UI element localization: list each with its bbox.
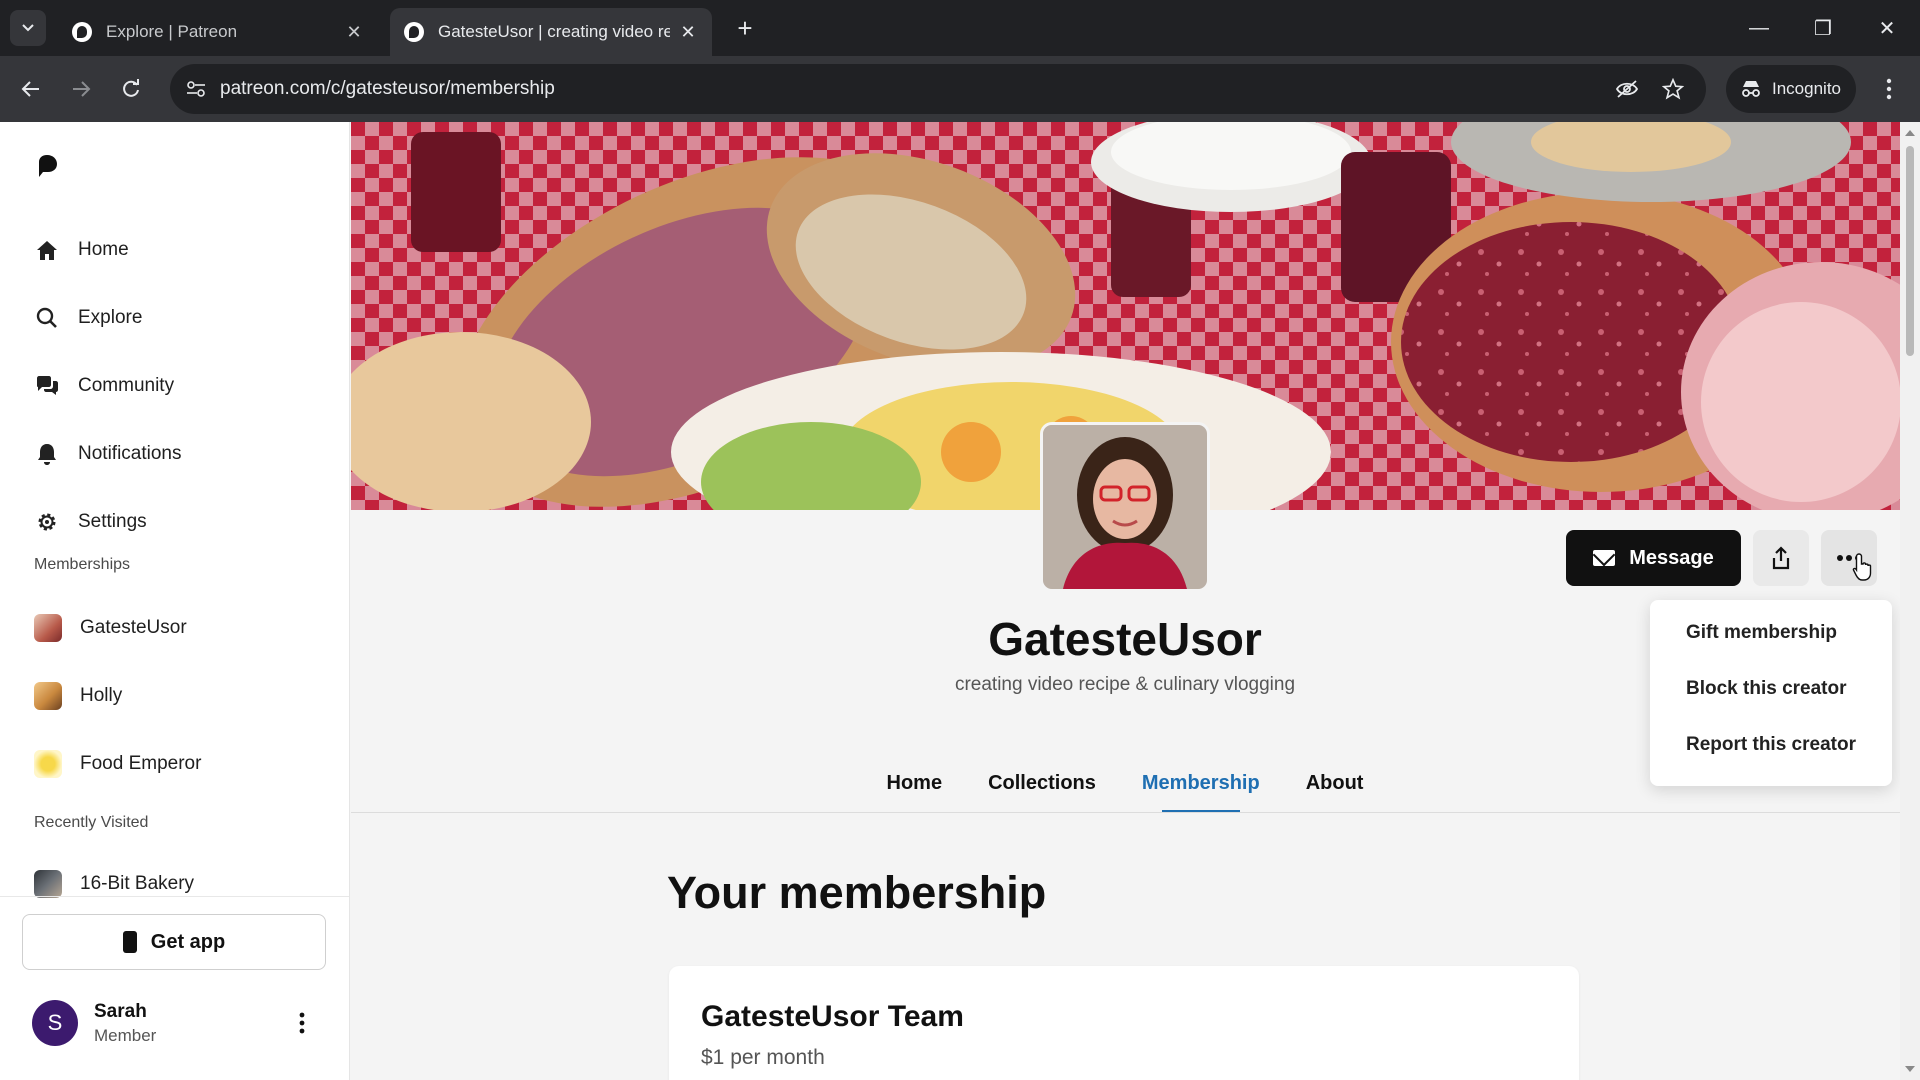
back-button[interactable] bbox=[14, 72, 48, 106]
creator-avatar bbox=[34, 682, 62, 710]
tab-collections[interactable]: Collections bbox=[988, 772, 1096, 813]
memberships-heading: Memberships bbox=[34, 556, 131, 573]
close-window-button[interactable]: ✕ bbox=[1862, 10, 1912, 46]
scroll-up-arrow-icon[interactable] bbox=[1905, 130, 1915, 136]
scrollbar-thumb[interactable] bbox=[1906, 146, 1914, 356]
tier-price: $1 per month bbox=[701, 1046, 825, 1069]
page-title: Your membership bbox=[667, 867, 1047, 918]
chevron-down-icon bbox=[22, 24, 34, 32]
browser-tab-bar: Explore | Patreon ✕ GatesteUsor | creati… bbox=[0, 0, 1920, 56]
creator-avatar bbox=[34, 750, 62, 778]
arrow-right-icon bbox=[73, 81, 91, 97]
reload-button[interactable] bbox=[114, 72, 148, 106]
restore-button[interactable]: ❐ bbox=[1798, 10, 1848, 46]
envelope-icon bbox=[1593, 550, 1616, 566]
sidebar-item-explore[interactable]: Explore bbox=[34, 300, 142, 336]
sidebar-item-label: GatesteUsor bbox=[80, 617, 187, 638]
more-vertical-icon bbox=[1886, 78, 1892, 100]
menu-item-gift-membership[interactable]: Gift membership bbox=[1686, 622, 1837, 644]
browser-tab-explore[interactable]: Explore | Patreon ✕ bbox=[58, 8, 378, 56]
incognito-indicator[interactable]: Incognito bbox=[1726, 65, 1856, 113]
eye-off-icon[interactable] bbox=[1614, 76, 1640, 102]
creator-avatar[interactable] bbox=[1040, 422, 1210, 592]
recently-visited-heading: Recently Visited bbox=[34, 814, 149, 831]
sidebar-item-label: Notifications bbox=[78, 443, 182, 464]
patreon-logo-icon[interactable] bbox=[36, 154, 58, 178]
user-menu-button[interactable] bbox=[290, 1008, 314, 1038]
tab-close-icon[interactable]: ✕ bbox=[342, 22, 366, 43]
sidebar-item-label: Home bbox=[78, 239, 129, 260]
message-button-label: Message bbox=[1629, 546, 1714, 569]
url-text[interactable]: patreon.com/c/gatesteusor/membership bbox=[220, 78, 555, 100]
sidebar-item-notifications[interactable]: Notifications bbox=[34, 436, 182, 472]
sidebar-item-home[interactable]: Home bbox=[34, 232, 129, 268]
share-button[interactable] bbox=[1753, 530, 1809, 586]
patreon-favicon-icon bbox=[404, 22, 424, 42]
page-scrollbar[interactable] bbox=[1900, 122, 1920, 1080]
tab-title: Explore | Patreon bbox=[106, 22, 238, 41]
menu-item-block-creator[interactable]: Block this creator bbox=[1686, 678, 1847, 700]
address-bar[interactable]: patreon.com/c/gatesteusor/membership bbox=[170, 64, 1706, 114]
sidebar-membership-gatesteusor[interactable]: GatesteUsor bbox=[34, 612, 187, 644]
user-profile[interactable]: S Sarah Member bbox=[32, 998, 156, 1048]
patreon-favicon-icon bbox=[72, 22, 92, 42]
tier-name: GatesteUsor Team bbox=[701, 1000, 964, 1033]
incognito-icon bbox=[1742, 81, 1760, 97]
gear-icon bbox=[34, 509, 60, 535]
browser-toolbar: patreon.com/c/gatesteusor/membership Inc… bbox=[0, 56, 1920, 122]
incognito-label: Incognito bbox=[1772, 79, 1841, 98]
more-options-menu: Gift membership Block this creator Repor… bbox=[1650, 600, 1892, 786]
browser-menu-button[interactable] bbox=[1874, 72, 1904, 106]
sidebar-item-community[interactable]: Community bbox=[34, 368, 174, 404]
tabs-divider bbox=[351, 812, 1900, 813]
forward-button[interactable] bbox=[64, 72, 98, 106]
sidebar-item-label: Settings bbox=[78, 511, 147, 532]
search-icon bbox=[34, 305, 60, 331]
scroll-down-arrow-icon[interactable] bbox=[1905, 1066, 1915, 1072]
get-app-label: Get app bbox=[150, 930, 226, 953]
share-icon bbox=[1772, 546, 1790, 570]
sidebar-item-label: Food Emperor bbox=[80, 753, 202, 774]
tab-about[interactable]: About bbox=[1306, 772, 1364, 813]
more-vertical-icon bbox=[299, 1012, 305, 1034]
sidebar-item-label: Explore bbox=[78, 307, 143, 328]
tab-search-button[interactable] bbox=[10, 10, 46, 46]
minimize-button[interactable]: — bbox=[1734, 10, 1784, 46]
get-app-button[interactable]: Get app bbox=[22, 914, 326, 970]
hand-cursor-icon bbox=[1852, 553, 1872, 581]
sidebar-item-label: 16-Bit Bakery bbox=[80, 873, 195, 894]
home-icon bbox=[34, 237, 60, 263]
tab-home[interactable]: Home bbox=[887, 772, 943, 813]
user-role: Member bbox=[94, 1025, 157, 1045]
sidebar-item-settings[interactable]: Settings bbox=[34, 504, 147, 540]
tab-membership[interactable]: Membership bbox=[1142, 772, 1260, 813]
menu-item-report-creator[interactable]: Report this creator bbox=[1686, 734, 1856, 756]
phone-icon bbox=[122, 931, 137, 953]
sidebar-divider bbox=[0, 896, 349, 897]
chat-icon bbox=[34, 373, 60, 399]
tab-close-icon[interactable]: ✕ bbox=[676, 22, 700, 43]
membership-tier-card: GatesteUsor Team $1 per month bbox=[669, 966, 1579, 1080]
sidebar-membership-holly[interactable]: Holly bbox=[34, 680, 122, 712]
avatar: S bbox=[32, 1000, 78, 1046]
sidebar-item-label: Community bbox=[78, 375, 175, 396]
sidebar: Home Explore Community Notifications Set… bbox=[0, 122, 350, 1080]
reload-icon bbox=[123, 79, 139, 97]
tab-title: GatesteUsor | creating video re bbox=[438, 22, 670, 41]
user-name: Sarah bbox=[94, 1000, 147, 1022]
new-tab-button[interactable]: + bbox=[730, 13, 760, 43]
creator-avatar bbox=[34, 614, 62, 642]
sidebar-membership-food-emperor[interactable]: Food Emperor bbox=[34, 748, 201, 780]
bell-icon bbox=[34, 441, 60, 467]
arrow-left-icon bbox=[21, 81, 39, 97]
creator-avatar bbox=[34, 870, 62, 898]
bookmark-star-icon[interactable] bbox=[1660, 76, 1686, 102]
message-button[interactable]: Message bbox=[1566, 530, 1741, 586]
site-settings-icon[interactable] bbox=[184, 77, 208, 101]
sidebar-item-label: Holly bbox=[80, 685, 123, 706]
browser-tab-gatesteusor[interactable]: GatesteUsor | creating video re ✕ bbox=[390, 8, 712, 56]
